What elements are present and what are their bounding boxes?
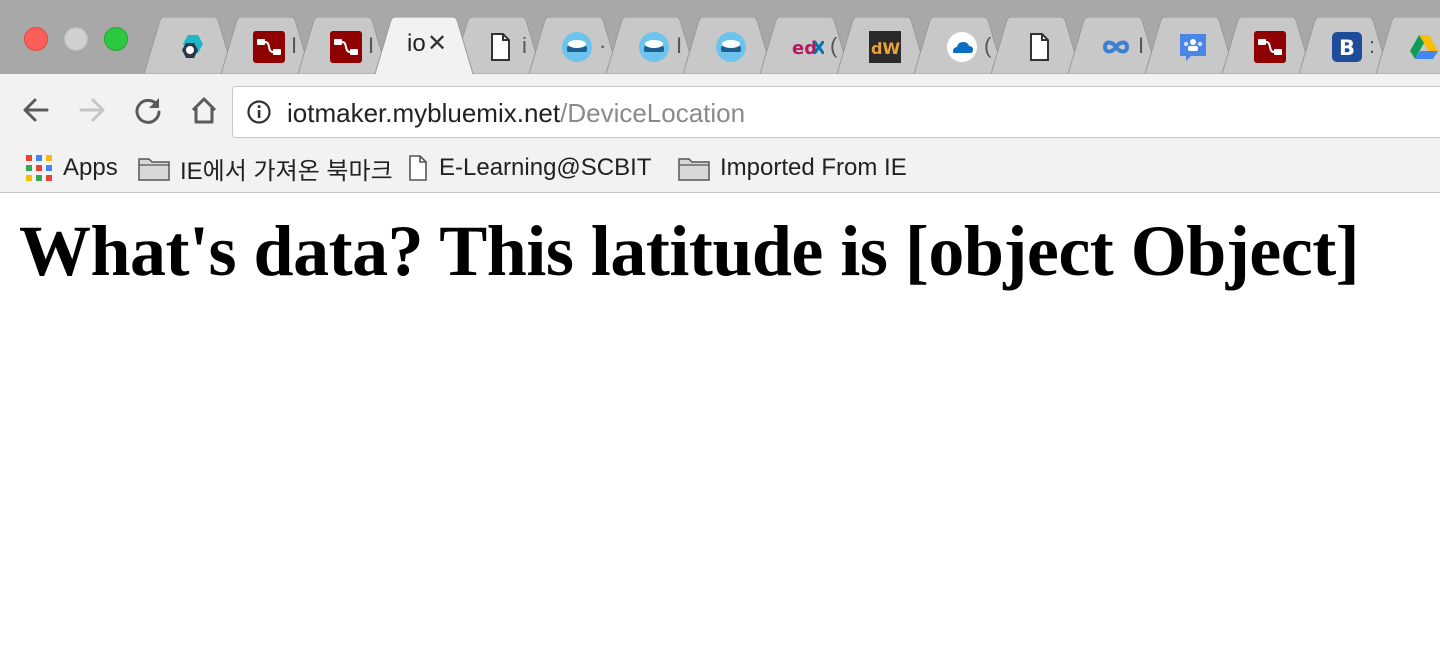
node-red-icon (1254, 31, 1286, 63)
edx-logo-icon: ed X (792, 31, 824, 63)
bookmark-elearning[interactable]: E-Learning@SCBIT (407, 153, 651, 183)
tabs: I I i · I ed X (dW (I B: io ✕ (140, 17, 1440, 74)
classroom-icon (1177, 31, 1209, 63)
reload-button[interactable] (131, 93, 165, 127)
forward-arrow-icon (79, 98, 105, 122)
bookmark-label: IE에서 가져온 북마크 (180, 157, 393, 185)
url-path: /DeviceLocation (560, 98, 746, 128)
cloud-disk-icon (638, 31, 670, 63)
google-drive-icon (1408, 31, 1440, 63)
window-minimize-button[interactable] (64, 27, 88, 51)
folder-icon (678, 155, 710, 181)
cloud-disk-icon (715, 31, 747, 63)
bookmark-folder-ie-korean[interactable]: IE에서 가져온 북마크 (138, 153, 393, 185)
forward-button[interactable] (75, 93, 109, 127)
bookmark-folder-imported[interactable]: Imported From IE (678, 153, 907, 183)
infinity-icon (1100, 31, 1132, 63)
back-button[interactable] (19, 93, 53, 127)
page-icon (407, 154, 429, 182)
window-zoom-button[interactable] (104, 27, 128, 51)
info-icon[interactable] (247, 100, 271, 124)
window-controls (24, 27, 128, 51)
page-heading: What's data? This latitude is [object Ob… (19, 211, 1360, 291)
onedrive-icon (946, 31, 978, 63)
address-bar[interactable]: iotmaker.mybluemix.net/DeviceLocation (232, 86, 1440, 138)
close-tab-icon[interactable]: ✕ (427, 29, 447, 58)
bootstrap-b-icon: B (1331, 31, 1363, 63)
tab-title: io (407, 30, 425, 57)
tab-active[interactable]: io ✕ (371, 17, 474, 74)
window-close-button[interactable] (24, 27, 48, 51)
hexagon-logo-icon (176, 31, 208, 63)
url-text[interactable]: iotmaker.mybluemix.net/DeviceLocation (287, 98, 745, 129)
cloud-disk-icon (561, 31, 593, 63)
bookmark-label: Imported From IE (720, 154, 907, 181)
svg-text:dW: dW (871, 39, 900, 58)
home-button[interactable] (187, 93, 221, 127)
back-arrow-icon (23, 98, 49, 122)
svg-text:X: X (812, 38, 824, 59)
tab[interactable] (1372, 17, 1440, 74)
bookmark-label: Apps (63, 154, 118, 181)
home-icon (191, 97, 217, 124)
bookmarks-bar: Apps IE에서 가져온 북마크 E-Learning@SCBIT Impor… (0, 144, 1440, 193)
document-icon (1023, 31, 1055, 63)
bookmark-apps[interactable]: Apps (25, 153, 118, 183)
toolbar: iotmaker.mybluemix.net/DeviceLocation (0, 74, 1440, 144)
reload-icon (135, 98, 161, 124)
bookmark-label: E-Learning@SCBIT (439, 154, 652, 181)
folder-icon (138, 155, 170, 181)
svg-text:B: B (1339, 36, 1355, 60)
document-icon (484, 31, 516, 63)
tab-shape (374, 17, 474, 74)
developerworks-icon: dW (869, 31, 901, 63)
url-host: iotmaker.mybluemix.net (287, 98, 561, 128)
node-red-icon (253, 31, 285, 63)
tab-strip: I I i · I ed X (dW (I B: io ✕ (0, 0, 1440, 74)
apps-grid-icon (25, 154, 53, 182)
node-red-icon (330, 31, 362, 63)
